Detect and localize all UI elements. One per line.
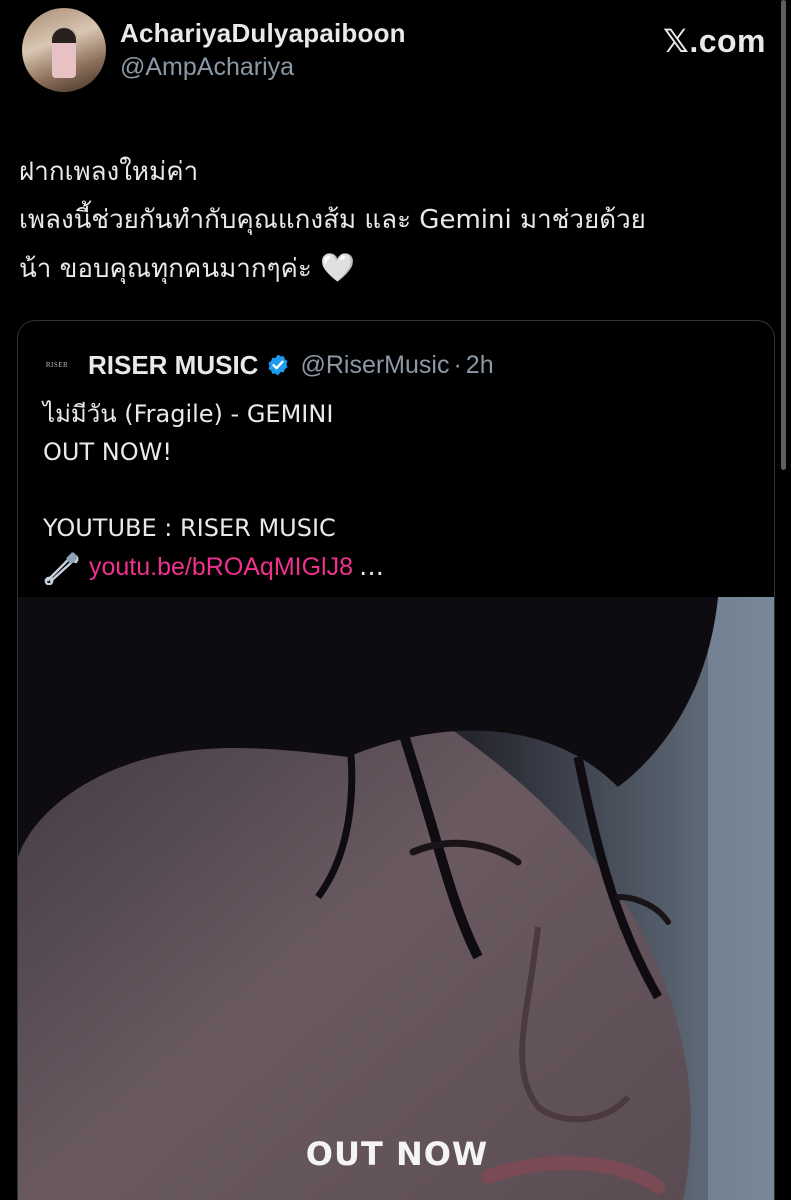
quoted-author-handle[interactable]: @RiserMusic [300,351,449,380]
tweet-text: ฝากเพลงใหม่ค่า เพลงนี้ช่วยกันทำกับคุณแกง… [19,148,779,293]
scrollbar[interactable] [781,0,786,470]
x-mark: 𝕏 [663,22,690,60]
media-caption: OUT NOW [305,1135,489,1173]
quoted-line-2: OUT NOW! [43,438,172,466]
separator-dot: · [453,350,462,379]
tweet-line-1: ฝากเพลงใหม่ค่า [19,157,199,187]
tweet-line-2: เพลงนี้ช่วยกันทำกับคุณแกงส้ม และ Gemini … [19,205,646,235]
video-thumbnail[interactable] [18,597,774,1200]
quoted-timestamp[interactable]: 2h [466,351,494,380]
quoted-line-3 [43,471,384,509]
x-logo-icon: 𝕏.com [663,22,766,60]
author-display-name[interactable]: AchariyaDulyapaiboon [120,18,406,49]
safety-pin-icon [44,552,79,585]
white-heart-emoji: 🤍 [320,251,356,284]
tweet-line-3-text: น้า ขอบคุณทุกคนมากๆค่ะ [19,254,312,284]
quoted-line-4: YOUTUBE : RISER MUSIC [43,514,336,542]
youtube-link[interactable]: youtu.be/bROAqMIGlJ8 [89,548,353,586]
site-domain: .com [689,23,766,59]
author-block: AchariyaDulyapaiboon @AmpAchariya [120,18,406,82]
quoted-author-name[interactable]: RISER MUSIC [88,350,258,381]
link-row: youtu.be/bROAqMIGlJ8 … [43,547,384,587]
face-illustration [18,597,774,1200]
quoted-tweet-header: RISER RISER MUSIC @RiserMusic · 2h [42,347,494,383]
quoted-tweet-body: ไม่มีวัน (Fragile) - GEMINI OUT NOW! YOU… [43,395,384,587]
quoted-line-1: ไม่มีวัน (Fragile) - GEMINI [43,400,334,428]
author-handle[interactable]: @AmpAchariya [120,53,406,82]
tweet-line-3: น้า ขอบคุณทุกคนมากๆค่ะ 🤍 [19,244,779,293]
riser-logo-avatar[interactable]: RISER [42,350,72,380]
verified-badge-icon [268,354,288,376]
avatar[interactable] [22,8,106,92]
quoted-tweet-card[interactable]: RISER RISER MUSIC @RiserMusic · 2h ไม่มี… [17,320,775,1200]
link-ellipsis: … [359,552,385,581]
tweet-header: AchariyaDulyapaiboon @AmpAchariya 𝕏.com [22,8,772,98]
